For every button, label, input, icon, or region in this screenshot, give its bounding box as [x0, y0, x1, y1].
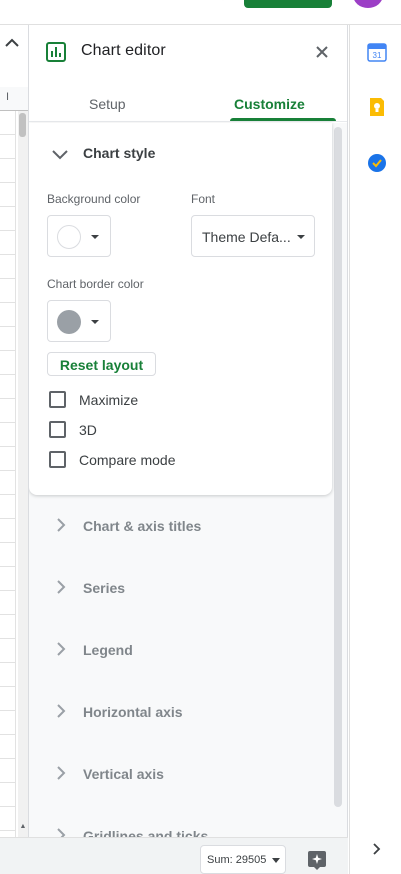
section-title: Chart style [83, 145, 156, 161]
chevron-right-icon [57, 828, 66, 837]
column-header[interactable]: I [0, 87, 28, 111]
3d-checkbox-row[interactable]: 3D [47, 419, 297, 441]
section-horizontal-axis[interactable]: Horizontal axis [29, 681, 332, 743]
tab-customize[interactable]: Customize [234, 96, 305, 112]
compare-mode-checkbox-row[interactable]: Compare mode [47, 449, 297, 471]
sheet-grid: I ▲ ▼ ◀ [0, 25, 28, 874]
sum-label: Sum: 29505 [207, 854, 267, 866]
section-vertical-axis[interactable]: Vertical axis [29, 743, 332, 805]
calendar-icon[interactable]: 31 [367, 42, 387, 62]
section-label: Vertical axis [83, 766, 164, 782]
close-icon[interactable] [312, 42, 332, 62]
dropdown-arrow-icon [91, 320, 99, 324]
explore-icon[interactable] [305, 848, 329, 872]
font-label: Font [191, 192, 216, 206]
section-chart-axis-titles[interactable]: Chart & axis titles [29, 495, 332, 557]
section-label: Horizontal axis [83, 704, 183, 720]
active-tab-indicator [230, 118, 336, 121]
chevron-down-icon [52, 150, 68, 160]
section-chart-style: Chart style Background color Font Theme … [29, 123, 332, 495]
caret-icon[interactable] [216, 0, 230, 4]
font-select-value: Theme Defa... [202, 229, 291, 245]
section-chart-style-header[interactable]: Chart style [29, 123, 332, 185]
compare-mode-label: Compare mode [79, 452, 176, 468]
tasks-icon[interactable] [367, 153, 387, 173]
3d-checkbox[interactable] [49, 421, 66, 438]
border-color-picker[interactable] [47, 300, 111, 342]
border-color-label: Chart border color [47, 277, 144, 291]
chart-editor-panel: Chart editor Setup Customize Chart style… [28, 25, 348, 837]
reset-layout-label: Reset layout [59, 357, 144, 373]
background-color-swatch [57, 225, 81, 249]
chevron-right-icon [57, 766, 66, 780]
side-panel: 31 [349, 25, 401, 874]
maximize-checkbox-row[interactable]: Maximize [47, 389, 297, 411]
column-header-label: I [6, 91, 10, 103]
background-color-picker[interactable] [47, 215, 111, 257]
grid-rows[interactable] [0, 111, 16, 851]
font-select[interactable]: Theme Defa... [191, 215, 315, 257]
section-series[interactable]: Series [29, 557, 332, 619]
tab-setup[interactable]: Setup [89, 96, 126, 112]
top-bar [0, 0, 401, 25]
chart-editor-header: Chart editor [29, 25, 347, 80]
editor-scrollbar[interactable] [334, 127, 342, 807]
app-root: I ▲ ▼ ◀ Chart editor Setup Customize [0, 0, 401, 874]
reset-layout-button[interactable]: Reset layout [47, 352, 156, 376]
bar-chart-icon [46, 42, 66, 62]
section-label: Gridlines and ticks [83, 828, 209, 837]
chevron-up-icon[interactable] [2, 33, 22, 53]
chevron-right-icon [57, 642, 66, 656]
sum-dropdown[interactable]: Sum: 29505 [200, 845, 286, 874]
section-label: Chart & axis titles [83, 518, 202, 534]
maximize-label: Maximize [79, 392, 139, 408]
maximize-checkbox[interactable] [49, 391, 66, 408]
3d-label: 3D [79, 422, 97, 438]
section-legend[interactable]: Legend [29, 619, 332, 681]
compare-mode-checkbox[interactable] [49, 451, 66, 468]
grid-scroll-thumb[interactable] [19, 113, 26, 137]
section-label: Legend [83, 642, 133, 658]
chevron-right-icon [57, 580, 66, 594]
chevron-right-icon [57, 704, 66, 718]
border-color-swatch [57, 310, 81, 334]
background-color-label: Background color [47, 192, 141, 206]
section-gridlines-ticks[interactable]: Gridlines and ticks [29, 805, 332, 837]
grid-scrollbar[interactable] [18, 111, 28, 851]
scroll-up-icon[interactable]: ▲ [18, 822, 28, 832]
dropdown-arrow-icon [272, 858, 280, 863]
dropdown-arrow-icon [91, 235, 99, 239]
svg-text:31: 31 [373, 51, 382, 60]
avatar[interactable] [353, 0, 383, 8]
chevron-right-icon[interactable] [369, 842, 383, 856]
chevron-right-icon [57, 518, 66, 532]
share-button[interactable] [244, 0, 332, 8]
keep-icon[interactable] [367, 97, 387, 117]
status-bar: Sum: 29505 [0, 837, 348, 874]
dropdown-arrow-icon [297, 235, 305, 239]
chart-editor-title: Chart editor [81, 42, 166, 59]
editor-tabs: Setup Customize [29, 80, 347, 122]
section-label: Series [83, 580, 126, 596]
